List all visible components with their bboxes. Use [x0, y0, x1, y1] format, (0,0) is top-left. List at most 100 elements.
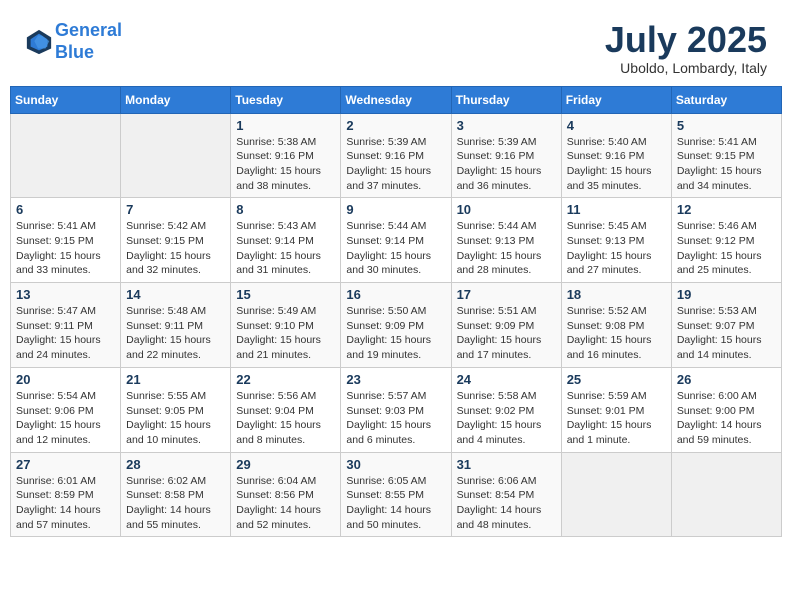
day-number: 3: [457, 118, 556, 133]
day-number: 19: [677, 287, 776, 302]
day-info: Sunrise: 5:40 AMSunset: 9:16 PMDaylight:…: [567, 135, 666, 194]
calendar-cell: 7Sunrise: 5:42 AMSunset: 9:15 PMDaylight…: [121, 198, 231, 283]
day-number: 24: [457, 372, 556, 387]
day-info: Sunrise: 5:50 AMSunset: 9:09 PMDaylight:…: [346, 304, 445, 363]
day-info: Sunrise: 6:04 AMSunset: 8:56 PMDaylight:…: [236, 474, 335, 533]
weekday-header-tuesday: Tuesday: [231, 86, 341, 113]
calendar-week-2: 6Sunrise: 5:41 AMSunset: 9:15 PMDaylight…: [11, 198, 782, 283]
day-info: Sunrise: 5:47 AMSunset: 9:11 PMDaylight:…: [16, 304, 115, 363]
day-number: 7: [126, 202, 225, 217]
day-number: 29: [236, 457, 335, 472]
day-info: Sunrise: 6:01 AMSunset: 8:59 PMDaylight:…: [16, 474, 115, 533]
calendar-cell: 29 Sunrise: 6:04 AMSunset: 8:56 PMDayligh…: [231, 452, 341, 537]
calendar-cell: 30 Sunrise: 6:05 AMSunset: 8:55 PMDayligh…: [341, 452, 451, 537]
day-number: 23: [346, 372, 445, 387]
day-info: Sunrise: 5:49 AMSunset: 9:10 PMDaylight:…: [236, 304, 335, 363]
day-number: 4: [567, 118, 666, 133]
calendar-week-4: 20 Sunrise: 5:54 AMSunset: 9:06 PMDayligh…: [11, 367, 782, 452]
day-info: Sunrise: 5:38 AMSunset: 9:16 PMDaylight:…: [236, 135, 335, 194]
day-info: Sunrise: 5:56 AMSunset: 9:04 PMDaylight:…: [236, 389, 335, 448]
calendar-cell: 3 Sunrise: 5:39 AMSunset: 9:16 PMDaylight…: [451, 113, 561, 198]
day-number: 5: [677, 118, 776, 133]
calendar-cell: 21 Sunrise: 5:55 AMSunset: 9:05 PMDayligh…: [121, 367, 231, 452]
calendar-cell: [561, 452, 671, 537]
calendar-cell: 11 Sunrise: 5:45 AMSunset: 9:13 PMDayligh…: [561, 198, 671, 283]
calendar-cell: 18 Sunrise: 5:52 AMSunset: 9:08 PMDayligh…: [561, 283, 671, 368]
day-info: Sunrise: 6:06 AMSunset: 8:54 PMDaylight:…: [457, 474, 556, 533]
day-number: 17: [457, 287, 556, 302]
weekday-header-thursday: Thursday: [451, 86, 561, 113]
weekday-header-sunday: Sunday: [11, 86, 121, 113]
day-info: Sunrise: 5:43 AMSunset: 9:14 PMDaylight:…: [236, 219, 335, 278]
day-number: 26: [677, 372, 776, 387]
calendar-cell: 15 Sunrise: 5:49 AMSunset: 9:10 PMDayligh…: [231, 283, 341, 368]
calendar-cell: [11, 113, 121, 198]
logo-text: General Blue: [55, 20, 122, 63]
calendar-cell: 27 Sunrise: 6:01 AMSunset: 8:59 PMDayligh…: [11, 452, 121, 537]
calendar-cell: 5Sunrise: 5:41 AMSunset: 9:15 PMDaylight…: [671, 113, 781, 198]
calendar-cell: 19 Sunrise: 5:53 AMSunset: 9:07 PMDayligh…: [671, 283, 781, 368]
day-number: 14: [126, 287, 225, 302]
day-info: Sunrise: 5:54 AMSunset: 9:06 PMDaylight:…: [16, 389, 115, 448]
calendar-week-1: 1Sunrise: 5:38 AMSunset: 9:16 PMDaylight…: [11, 113, 782, 198]
calendar-cell: 6Sunrise: 5:41 AMSunset: 9:15 PMDaylight…: [11, 198, 121, 283]
calendar-table: SundayMondayTuesdayWednesdayThursdayFrid…: [10, 86, 782, 538]
day-number: 9: [346, 202, 445, 217]
location: Uboldo, Lombardy, Italy: [605, 60, 767, 76]
day-info: Sunrise: 5:41 AMSunset: 9:15 PMDaylight:…: [16, 219, 115, 278]
calendar-cell: 9Sunrise: 5:44 AMSunset: 9:14 PMDaylight…: [341, 198, 451, 283]
calendar-cell: 26Sunrise: 6:00 AMSunset: 9:00 PMDayligh…: [671, 367, 781, 452]
day-info: Sunrise: 5:55 AMSunset: 9:05 PMDaylight:…: [126, 389, 225, 448]
day-number: 25: [567, 372, 666, 387]
calendar-cell: 12 Sunrise: 5:46 AMSunset: 9:12 PMDayligh…: [671, 198, 781, 283]
day-info: Sunrise: 6:05 AMSunset: 8:55 PMDaylight:…: [346, 474, 445, 533]
weekday-header-wednesday: Wednesday: [341, 86, 451, 113]
logo-icon: [25, 28, 53, 56]
calendar-week-5: 27 Sunrise: 6:01 AMSunset: 8:59 PMDayligh…: [11, 452, 782, 537]
day-number: 31: [457, 457, 556, 472]
day-number: 2: [346, 118, 445, 133]
day-number: 30: [346, 457, 445, 472]
month-title: July 2025: [605, 20, 767, 60]
calendar-cell: 2 Sunrise: 5:39 AMSunset: 9:16 PMDaylight…: [341, 113, 451, 198]
calendar-cell: 25 Sunrise: 5:59 AMSunset: 9:01 PMDayligh…: [561, 367, 671, 452]
day-info: Sunrise: 5:39 AMSunset: 9:16 PMDaylight:…: [457, 135, 556, 194]
calendar-cell: 13Sunrise: 5:47 AMSunset: 9:11 PMDayligh…: [11, 283, 121, 368]
calendar-cell: 8Sunrise: 5:43 AMSunset: 9:14 PMDaylight…: [231, 198, 341, 283]
weekday-header-saturday: Saturday: [671, 86, 781, 113]
calendar-cell: 10 Sunrise: 5:44 AMSunset: 9:13 PMDayligh…: [451, 198, 561, 283]
day-number: 11: [567, 202, 666, 217]
weekday-header-friday: Friday: [561, 86, 671, 113]
day-info: Sunrise: 5:44 AMSunset: 9:13 PMDaylight:…: [457, 219, 556, 278]
day-info: Sunrise: 5:45 AMSunset: 9:13 PMDaylight:…: [567, 219, 666, 278]
calendar-cell: 28Sunrise: 6:02 AMSunset: 8:58 PMDayligh…: [121, 452, 231, 537]
day-info: Sunrise: 5:59 AMSunset: 9:01 PMDaylight:…: [567, 389, 666, 448]
calendar-header-row: SundayMondayTuesdayWednesdayThursdayFrid…: [11, 86, 782, 113]
day-number: 16: [346, 287, 445, 302]
logo: General Blue: [25, 20, 122, 63]
day-info: Sunrise: 5:57 AMSunset: 9:03 PMDaylight:…: [346, 389, 445, 448]
day-number: 10: [457, 202, 556, 217]
calendar-cell: 31 Sunrise: 6:06 AMSunset: 8:54 PMDayligh…: [451, 452, 561, 537]
page-header: General Blue July 2025 Uboldo, Lombardy,…: [10, 10, 782, 81]
title-section: July 2025 Uboldo, Lombardy, Italy: [605, 20, 767, 76]
day-info: Sunrise: 5:46 AMSunset: 9:12 PMDaylight:…: [677, 219, 776, 278]
day-number: 15: [236, 287, 335, 302]
day-number: 21: [126, 372, 225, 387]
calendar-cell: [671, 452, 781, 537]
day-info: Sunrise: 5:39 AMSunset: 9:16 PMDaylight:…: [346, 135, 445, 194]
calendar-cell: 22 Sunrise: 5:56 AMSunset: 9:04 PMDayligh…: [231, 367, 341, 452]
day-number: 22: [236, 372, 335, 387]
day-info: Sunrise: 5:48 AMSunset: 9:11 PMDaylight:…: [126, 304, 225, 363]
day-info: Sunrise: 5:52 AMSunset: 9:08 PMDaylight:…: [567, 304, 666, 363]
day-number: 27: [16, 457, 115, 472]
day-number: 18: [567, 287, 666, 302]
calendar-cell: 16 Sunrise: 5:50 AMSunset: 9:09 PMDayligh…: [341, 283, 451, 368]
day-info: Sunrise: 5:58 AMSunset: 9:02 PMDaylight:…: [457, 389, 556, 448]
calendar-cell: 23 Sunrise: 5:57 AMSunset: 9:03 PMDayligh…: [341, 367, 451, 452]
day-number: 12: [677, 202, 776, 217]
day-info: Sunrise: 5:53 AMSunset: 9:07 PMDaylight:…: [677, 304, 776, 363]
weekday-header-monday: Monday: [121, 86, 231, 113]
calendar-cell: 17Sunrise: 5:51 AMSunset: 9:09 PMDayligh…: [451, 283, 561, 368]
day-number: 20: [16, 372, 115, 387]
